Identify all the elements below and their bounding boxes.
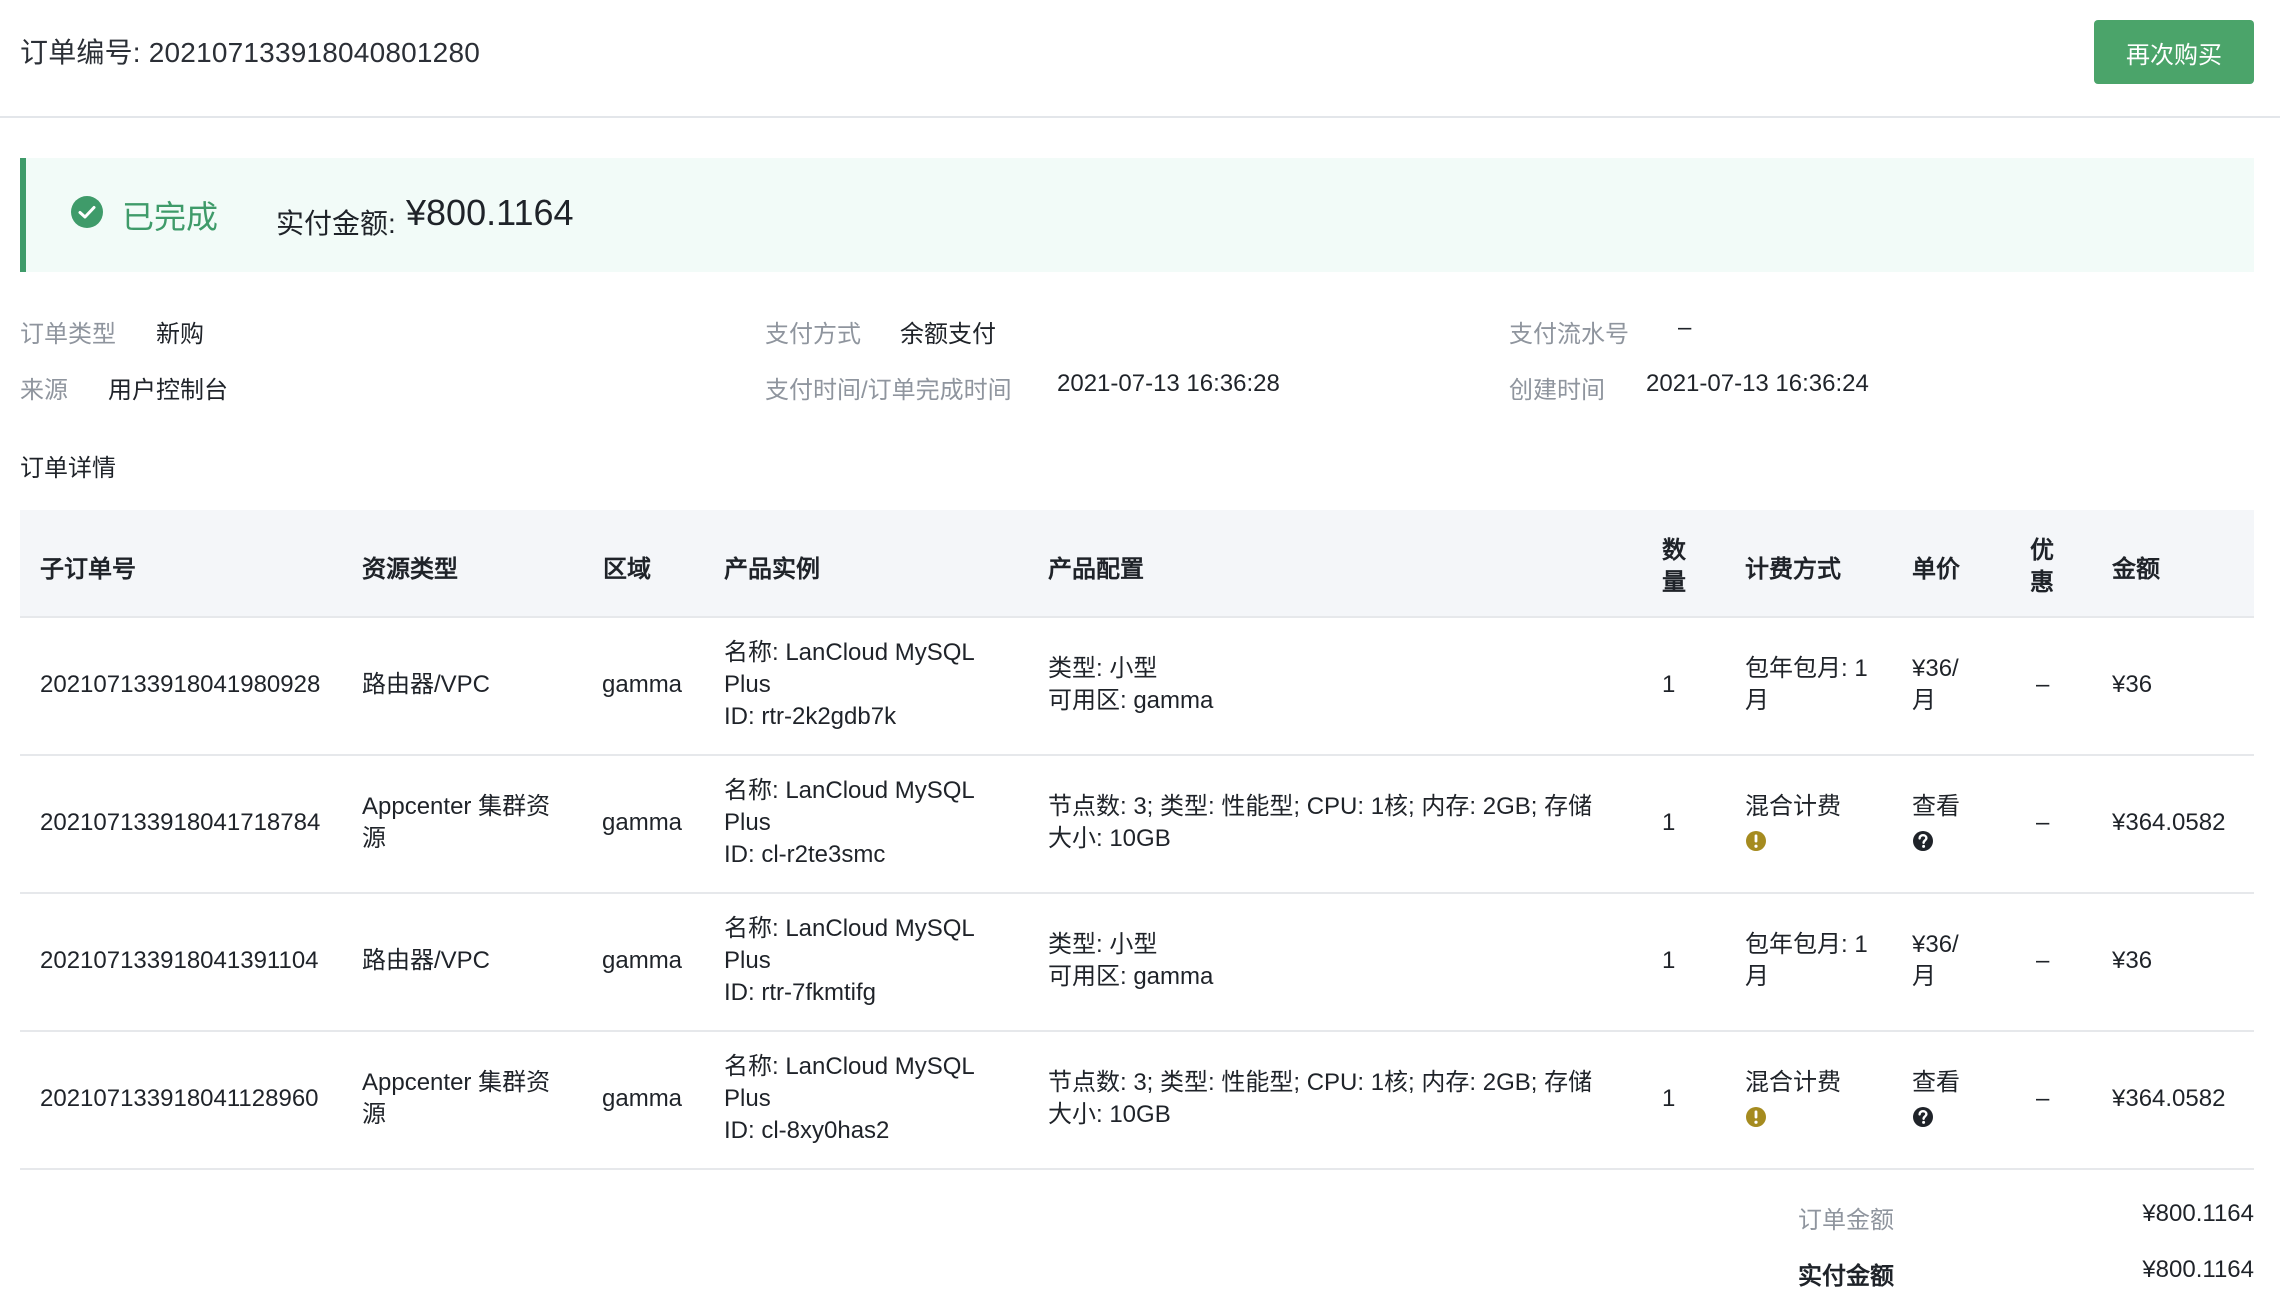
- cell-qty: 1: [1662, 1085, 1676, 1112]
- cell-discount: –: [2036, 809, 2050, 836]
- table-row: 202107133918041128960 Appcenter 集群资 源 ga…: [20, 1030, 2254, 1170]
- cell-resource-type: 路由器/VPC: [362, 947, 491, 974]
- cell-instance: 名称: LanCloud MySQL Plus ID: rtr-7fkmtifg: [724, 915, 975, 1006]
- cell-amount: ¥36: [2112, 671, 2153, 698]
- th-discount-top: 优: [2030, 537, 2054, 564]
- created-label: 创建时间: [1509, 377, 1605, 404]
- cell-resource-type: Appcenter 集群资 源: [362, 1069, 551, 1128]
- cell-unit-price: ¥36/ 月: [1912, 655, 1959, 714]
- cell-config: 节点数: 3; 类型: 性能型; CPU: 1核; 内存: 2GB; 存储 大小…: [1048, 793, 1593, 852]
- cell-discount: –: [2036, 1085, 2050, 1112]
- cell-sub-order: 202107133918041718784: [40, 809, 321, 836]
- question-circle-icon[interactable]: [1912, 1106, 1934, 1128]
- source-value: 用户控制台: [108, 377, 228, 404]
- source-label: 来源: [20, 377, 68, 404]
- cell-config: 类型: 小型 可用区: gamma: [1048, 655, 1214, 714]
- table-header: 子订单号 资源类型 区域 产品实例 产品配置 数 量 计费方式 单价 优 惠 金…: [20, 510, 2254, 618]
- cell-qty: 1: [1662, 947, 1676, 974]
- paid-amount-label: 实付金额:: [276, 208, 396, 239]
- view-price-link[interactable]: 查看: [1912, 1067, 1960, 1099]
- warning-icon[interactable]: [1745, 830, 1767, 852]
- th-sub-order: 子订单号: [40, 556, 136, 583]
- cell-amount: ¥364.0582: [2112, 1085, 2226, 1112]
- th-billing: 计费方式: [1745, 556, 1841, 583]
- order-amount-label: 订单金额: [1798, 1207, 1894, 1234]
- cell-config: 类型: 小型 可用区: gamma: [1048, 931, 1214, 990]
- cell-instance: 名称: LanCloud MySQL Plus ID: rtr-2k2gdb7k: [724, 639, 975, 730]
- order-header: 订单编号: 202107133918040801280 再次购买: [0, 0, 2280, 118]
- cell-region: gamma: [602, 809, 683, 836]
- paid-amount-value: ¥800.1164: [406, 192, 574, 233]
- th-instance: 产品实例: [724, 556, 820, 583]
- paid-amount-summary-label: 实付金额: [1798, 1263, 1894, 1290]
- th-amount: 金额: [2112, 556, 2160, 583]
- status-banner: 已完成 实付金额: ¥800.1164: [20, 158, 2254, 272]
- cell-billing: 包年包月: 1 月: [1745, 931, 1868, 990]
- th-discount-bottom: 惠: [2030, 569, 2054, 596]
- buy-again-button[interactable]: 再次购买: [2094, 20, 2254, 84]
- cell-instance: 名称: LanCloud MySQL Plus ID: cl-8xy0has2: [724, 1053, 975, 1144]
- paid-amount-summary-value: ¥800.1164: [2142, 1256, 2254, 1283]
- view-price-link[interactable]: 查看: [1912, 791, 1960, 823]
- cell-sub-order: 202107133918041980928: [40, 671, 321, 698]
- pay-method-value: 余额支付: [900, 321, 996, 348]
- cell-sub-order: 202107133918041128960: [40, 1085, 319, 1112]
- pay-time-value: 2021-07-13 16:36:28: [1057, 370, 1280, 397]
- cell-discount: –: [2036, 671, 2050, 698]
- th-region: 区域: [603, 556, 651, 583]
- pay-time-label: 支付时间/订单完成时间: [765, 377, 1012, 404]
- check-circle-icon: [71, 196, 103, 228]
- cell-qty: 1: [1662, 809, 1676, 836]
- cell-billing: 混合计费: [1745, 793, 1841, 820]
- cell-billing: 混合计费: [1745, 1069, 1841, 1096]
- cell-config: 节点数: 3; 类型: 性能型; CPU: 1核; 内存: 2GB; 存储 大小…: [1048, 1069, 1593, 1128]
- order-number-label: 订单编号:: [20, 37, 141, 68]
- cell-discount: –: [2036, 947, 2050, 974]
- cell-amount: ¥36: [2112, 947, 2153, 974]
- cell-qty: 1: [1662, 671, 1676, 698]
- cell-region: gamma: [602, 1085, 683, 1112]
- order-details-title: 订单详情: [20, 455, 116, 482]
- cell-region: gamma: [602, 947, 683, 974]
- order-type-value: 新购: [156, 321, 204, 348]
- th-config: 产品配置: [1048, 556, 1144, 583]
- question-circle-icon[interactable]: [1912, 830, 1934, 852]
- status-text: 已完成: [122, 199, 219, 235]
- cell-resource-type: 路由器/VPC: [362, 671, 491, 698]
- cell-resource-type: Appcenter 集群资 源: [362, 793, 551, 852]
- serial-label: 支付流水号: [1509, 321, 1629, 348]
- order-number: 订单编号: 202107133918040801280: [20, 31, 480, 71]
- cell-unit-price: ¥36/ 月: [1912, 931, 1959, 990]
- created-value: 2021-07-13 16:36:24: [1646, 370, 1869, 397]
- table-row: 202107133918041980928 路由器/VPC gamma 名称: …: [20, 616, 2254, 756]
- cell-region: gamma: [602, 671, 683, 698]
- table-row: 202107133918041391104 路由器/VPC gamma 名称: …: [20, 892, 2254, 1032]
- cell-billing: 包年包月: 1 月: [1745, 655, 1868, 714]
- table-row: 202107133918041718784 Appcenter 集群资 源 ga…: [20, 754, 2254, 894]
- th-unit-price: 单价: [1912, 556, 1960, 583]
- order-amount-value: ¥800.1164: [2142, 1200, 2254, 1227]
- cell-amount: ¥364.0582: [2112, 809, 2226, 836]
- order-number-value: 202107133918040801280: [148, 37, 480, 68]
- th-resource-type: 资源类型: [362, 556, 458, 583]
- cell-sub-order: 202107133918041391104: [40, 947, 319, 974]
- warning-icon[interactable]: [1745, 1106, 1767, 1128]
- pay-method-label: 支付方式: [765, 321, 861, 348]
- order-type-label: 订单类型: [20, 321, 116, 348]
- serial-value: –: [1678, 314, 1692, 341]
- th-qty-top: 数: [1662, 537, 1686, 564]
- cell-instance: 名称: LanCloud MySQL Plus ID: cl-r2te3smc: [724, 777, 975, 868]
- th-qty-bottom: 量: [1662, 569, 1686, 596]
